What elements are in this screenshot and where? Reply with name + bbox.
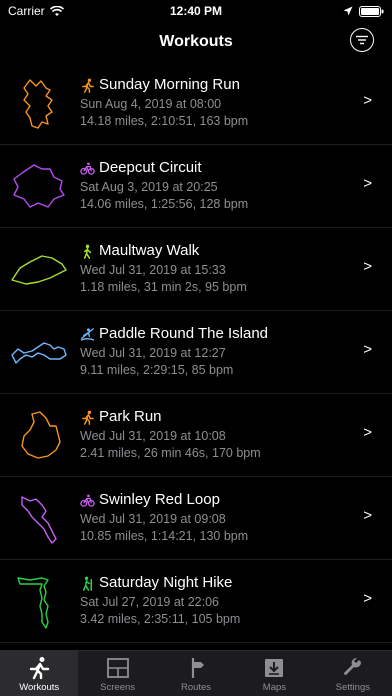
running-icon	[30, 657, 50, 680]
navigation-bar: Workouts	[0, 22, 392, 62]
tab-label: Workouts	[19, 682, 60, 693]
route-thumbnail	[11, 255, 67, 285]
workout-title: Swinley Red Loop	[80, 490, 352, 510]
chevron-right-icon: >	[363, 424, 372, 441]
screens-grid-icon	[106, 658, 129, 678]
workout-date: Sun Aug 4, 2019 at 08:00	[80, 97, 222, 111]
workout-title: Deepcut Circuit	[80, 158, 352, 178]
workout-text: Swinley Red Loop Wed Jul 31, 2019 at 09:…	[80, 490, 352, 545]
tab-bar: Workouts Screens Routes Maps Settings	[0, 650, 392, 696]
workout-row[interactable]: Paddle Round The Island Wed Jul 31, 2019…	[0, 311, 392, 394]
workout-date: Sat Jul 27, 2019 at 22:06	[80, 595, 219, 609]
workout-stats: 14.18 miles, 2:10:51, 163 bpm	[80, 114, 249, 128]
status-right	[264, 5, 384, 17]
workout-text: Deepcut Circuit Sat Aug 3, 2019 at 20:25…	[80, 158, 352, 213]
workout-row[interactable]: Maultway Walk Wed Jul 31, 2019 at 15:33 …	[0, 228, 392, 311]
workout-row[interactable]: Deepcut Circuit Sat Aug 3, 2019 at 20:25…	[0, 145, 392, 228]
workout-date: Wed Jul 31, 2019 at 09:08	[80, 512, 226, 526]
filter-button[interactable]	[350, 28, 374, 52]
route-thumbnail	[11, 342, 67, 364]
tab-maps[interactable]: Maps	[235, 651, 313, 696]
chevron-right-icon: >	[363, 507, 372, 524]
chevron-right-icon: >	[363, 92, 372, 109]
workout-title: Sunday Morning Run	[80, 75, 352, 95]
chevron-right-icon: >	[363, 341, 372, 358]
paddling-icon	[80, 327, 95, 341]
cycling-icon	[80, 494, 95, 507]
running-icon	[82, 78, 94, 93]
tab-settings[interactable]: Settings	[314, 651, 392, 696]
workout-title-text: Sunday Morning Run	[99, 76, 240, 93]
workout-title-text: Swinley Red Loop	[99, 491, 220, 508]
workout-text: Maultway Walk Wed Jul 31, 2019 at 15:33 …	[80, 241, 352, 296]
chevron-right-icon: >	[363, 175, 372, 192]
route-thumbnail	[23, 79, 53, 129]
tab-workouts[interactable]: Workouts	[0, 651, 79, 696]
hiking-icon	[83, 576, 92, 591]
carrier-label: Carrier	[8, 4, 45, 18]
workout-stats: 1.18 miles, 31 min 2s, 95 bpm	[80, 280, 247, 294]
tab-label: Screens	[100, 682, 136, 693]
route-thumbnail	[21, 411, 61, 459]
tab-label: Settings	[335, 682, 370, 693]
routes-signpost-icon	[191, 658, 205, 678]
workout-date: Sat Aug 3, 2019 at 20:25	[80, 180, 218, 194]
tab-screens[interactable]: Screens	[78, 651, 156, 696]
walking-icon	[83, 244, 92, 259]
workout-date: Wed Jul 31, 2019 at 10:08	[80, 429, 226, 443]
workout-text: Saturday Night Hike Sat Jul 27, 2019 at …	[80, 573, 352, 628]
workout-title-text: Paddle Round The Island	[99, 325, 269, 342]
chevron-right-icon: >	[363, 258, 372, 275]
workout-text: Sunday Morning Run Sun Aug 4, 2019 at 08…	[80, 75, 352, 130]
workout-row[interactable]: Saturday Night Hike Sat Jul 27, 2019 at …	[0, 560, 392, 643]
running-icon	[82, 410, 94, 425]
chevron-right-icon: >	[363, 590, 372, 607]
wrench-icon	[343, 657, 361, 676]
workout-title-text: Maultway Walk	[99, 242, 200, 259]
tab-label: Routes	[180, 682, 212, 693]
workout-title-text: Park Run	[99, 408, 162, 425]
workout-stats: 2.41 miles, 26 min 46s, 170 bpm	[80, 446, 261, 460]
workout-date: Wed Jul 31, 2019 at 12:27	[80, 346, 226, 360]
workout-title-text: Saturday Night Hike	[99, 574, 233, 591]
workout-row[interactable]: Park Run Wed Jul 31, 2019 at 10:08 2.41 …	[0, 394, 392, 477]
workout-stats: 9.11 miles, 2:29:15, 85 bpm	[80, 363, 234, 377]
workout-title: Maultway Walk	[80, 241, 352, 261]
wifi-icon	[49, 5, 64, 16]
status-bar: Carrier 12:40 PM	[0, 0, 392, 22]
maps-download-icon	[265, 659, 284, 677]
filter-icon	[356, 35, 368, 45]
workout-stats: 3.42 miles, 2:35:11, 105 bpm	[80, 612, 241, 626]
workout-title: Paddle Round The Island	[80, 324, 352, 344]
workout-row[interactable]: Sunday Morning Run Sun Aug 4, 2019 at 08…	[0, 62, 392, 145]
workout-list[interactable]: Sunday Morning Run Sun Aug 4, 2019 at 08…	[0, 62, 392, 650]
tab-label: Maps	[262, 682, 287, 693]
workout-row[interactable]: Swinley Red Loop Wed Jul 31, 2019 at 09:…	[0, 477, 392, 560]
location-arrow-icon	[343, 6, 353, 16]
workout-title: Park Run	[80, 407, 352, 427]
page-title: Workouts	[159, 33, 233, 50]
workout-text: Paddle Round The Island Wed Jul 31, 2019…	[80, 324, 352, 379]
tab-routes[interactable]: Routes	[157, 651, 235, 696]
route-thumbnail	[17, 577, 49, 629]
route-thumbnail	[21, 496, 57, 544]
route-thumbnail	[13, 164, 65, 208]
cycling-icon	[80, 162, 95, 175]
status-time: 12:40 PM	[169, 4, 223, 18]
workout-stats: 14.06 miles, 1:25:56, 128 bpm	[80, 197, 249, 211]
status-left: Carrier	[8, 4, 128, 18]
workout-date: Wed Jul 31, 2019 at 15:33	[80, 263, 226, 277]
workout-stats: 10.85 miles, 1:14:21, 130 bpm	[80, 529, 249, 543]
workout-title: Saturday Night Hike	[80, 573, 352, 593]
workout-text: Park Run Wed Jul 31, 2019 at 10:08 2.41 …	[80, 407, 352, 462]
workout-title-text: Deepcut Circuit	[99, 159, 202, 176]
battery-icon	[359, 5, 384, 17]
